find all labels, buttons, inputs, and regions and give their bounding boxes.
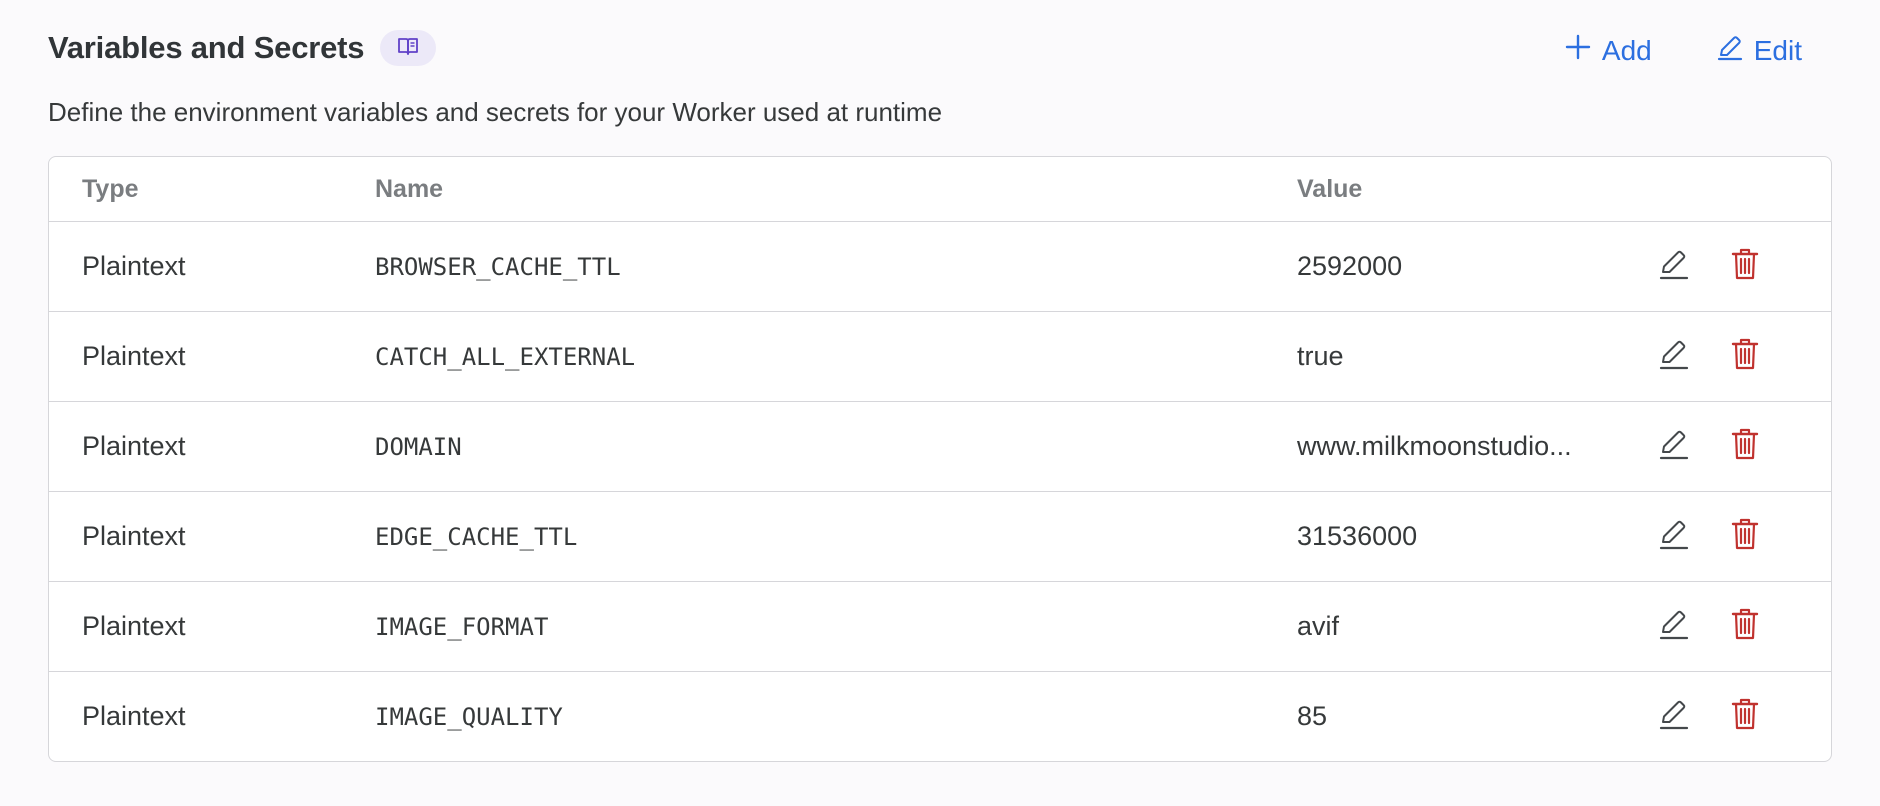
- variable-value: 2592000: [1297, 251, 1403, 281]
- variable-name: DOMAIN: [375, 432, 462, 461]
- variable-value: www.milkmoonstudio...: [1297, 431, 1572, 461]
- variable-type: Plaintext: [82, 251, 186, 281]
- section-header: Variables and Secrets Add Edit: [48, 0, 1832, 104]
- pencil-icon: [1716, 33, 1744, 68]
- table-row: Plaintext DOMAIN www.milkmoonstudio...: [49, 401, 1831, 491]
- pencil-icon: [1657, 427, 1689, 466]
- pencil-icon: [1657, 697, 1689, 736]
- section-title: Variables and Secrets: [48, 30, 365, 65]
- row-actions: [1637, 607, 1831, 646]
- delete-row-button[interactable]: [1729, 517, 1761, 556]
- plus-icon: [1564, 33, 1592, 68]
- table-row: Plaintext CATCH_ALL_EXTERNAL true: [49, 311, 1831, 401]
- docs-link-button[interactable]: [380, 30, 437, 66]
- edit-row-button[interactable]: [1657, 429, 1689, 465]
- row-actions: [1637, 697, 1831, 736]
- trash-icon: [1730, 427, 1760, 466]
- variable-type: Plaintext: [82, 701, 186, 731]
- variables-and-secrets-panel: Variables and Secrets Add Edit Define th…: [48, 0, 1832, 762]
- delete-row-button[interactable]: [1729, 427, 1761, 466]
- row-actions: [1637, 247, 1831, 286]
- variable-name: BROWSER_CACHE_TTL: [375, 252, 621, 281]
- trash-icon: [1730, 517, 1760, 556]
- row-actions: [1637, 337, 1831, 376]
- table-body: Plaintext BROWSER_CACHE_TTL 2592000 Plai…: [49, 221, 1831, 761]
- variable-name: IMAGE_QUALITY: [375, 702, 563, 731]
- edit-row-button[interactable]: [1657, 339, 1689, 375]
- variable-type: Plaintext: [82, 431, 186, 461]
- trash-icon: [1730, 607, 1760, 646]
- column-header-value: Value: [1297, 174, 1363, 203]
- edit-variables-button[interactable]: Edit: [1716, 33, 1802, 68]
- delete-row-button[interactable]: [1729, 337, 1761, 376]
- variable-value: 31536000: [1297, 521, 1418, 551]
- variable-name: IMAGE_FORMAT: [375, 612, 549, 641]
- section-description: Define the environment variables and sec…: [48, 97, 943, 127]
- row-actions: [1637, 427, 1831, 466]
- edit-row-button[interactable]: [1657, 249, 1689, 285]
- variable-type: Plaintext: [82, 341, 186, 371]
- table-row: Plaintext EDGE_CACHE_TTL 31536000: [49, 491, 1831, 581]
- trash-icon: [1730, 337, 1760, 376]
- add-variable-button[interactable]: Add: [1564, 33, 1652, 68]
- pencil-icon: [1657, 517, 1689, 556]
- edit-row-button[interactable]: [1657, 699, 1689, 735]
- add-label: Add: [1601, 34, 1652, 66]
- table-header-row: Type Name Value: [49, 157, 1831, 221]
- column-header-type: Type: [82, 174, 139, 203]
- variables-table: Type Name Value Plaintext BROWSER_CACHE_…: [48, 156, 1832, 762]
- table-row: Plaintext IMAGE_FORMAT avif: [49, 581, 1831, 671]
- edit-label: Edit: [1753, 34, 1802, 66]
- pencil-icon: [1657, 247, 1689, 286]
- edit-row-button[interactable]: [1657, 609, 1689, 645]
- variable-type: Plaintext: [82, 521, 186, 551]
- variable-type: Plaintext: [82, 611, 186, 641]
- pencil-icon: [1657, 337, 1689, 376]
- delete-row-button[interactable]: [1729, 697, 1761, 736]
- book-icon: [397, 36, 419, 61]
- variable-name: CATCH_ALL_EXTERNAL: [375, 342, 636, 371]
- delete-row-button[interactable]: [1729, 247, 1761, 286]
- variable-value: 85: [1297, 701, 1328, 731]
- pencil-icon: [1657, 607, 1689, 646]
- variable-value: true: [1297, 341, 1344, 371]
- row-actions: [1637, 517, 1831, 556]
- table-row: Plaintext IMAGE_QUALITY 85: [49, 671, 1831, 761]
- variable-value: avif: [1297, 611, 1340, 641]
- title-row: Variables and Secrets: [48, 30, 437, 66]
- variable-name: EDGE_CACHE_TTL: [375, 522, 578, 551]
- table-row: Plaintext BROWSER_CACHE_TTL 2592000: [49, 221, 1831, 311]
- header-actions: Add Edit: [1564, 33, 1802, 68]
- delete-row-button[interactable]: [1729, 607, 1761, 646]
- trash-icon: [1730, 697, 1760, 736]
- trash-icon: [1730, 247, 1760, 286]
- edit-row-button[interactable]: [1657, 519, 1689, 555]
- column-header-name: Name: [375, 174, 444, 203]
